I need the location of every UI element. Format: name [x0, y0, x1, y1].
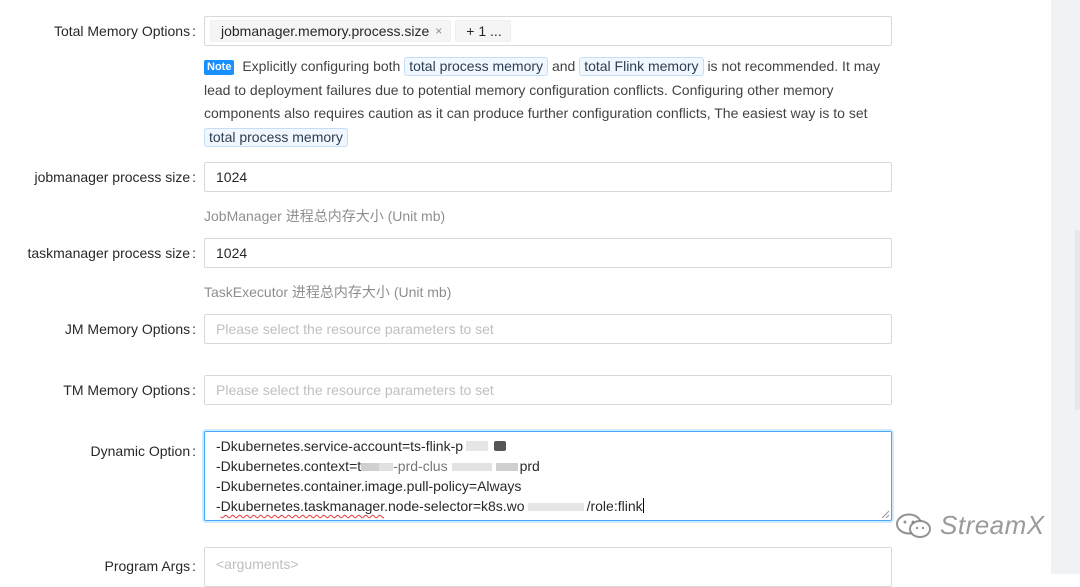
redacted-block — [451, 463, 492, 471]
jobmanager-process-size-help: JobManager 进程总内存大小 (Unit mb) — [204, 208, 446, 224]
program-args-label: Program Args: — [104, 558, 196, 574]
jobmanager-process-size-input[interactable]: 1024 — [204, 162, 892, 192]
side-strip-nub — [1075, 230, 1080, 410]
note-code-total-process-memory-2: total process memory — [204, 128, 348, 148]
dynamic-option-line: -Dkubernetes.service-account=ts-flink-p — [216, 436, 880, 456]
text-caret — [642, 498, 644, 513]
redacted-block — [466, 441, 489, 451]
resize-handle-icon[interactable] — [881, 510, 889, 518]
more-options-tag[interactable]: + 1 ... — [455, 20, 511, 42]
dynamic-option-line: -Dkubernetes.context=t -prd-clus prd — [216, 458, 540, 474]
redacted-block — [361, 463, 380, 471]
tm-memory-options-label: TM Memory Options: — [63, 382, 196, 398]
total-memory-options-label: Total Memory Options: — [53, 23, 196, 39]
total-memory-options-select[interactable]: jobmanager.memory.process.size × + 1 ... — [204, 16, 892, 46]
dynamic-option-label: Dynamic Option: — [90, 443, 196, 459]
taskmanager-process-size-input[interactable]: 1024 — [204, 238, 892, 268]
selected-option-tag: jobmanager.memory.process.size × — [210, 20, 452, 42]
jm-memory-options-select[interactable]: Please select the resource parameters to… — [204, 314, 892, 344]
redacted-block — [495, 463, 518, 471]
redacted-block — [527, 503, 584, 511]
note-code-total-flink-memory: total Flink memory — [579, 57, 704, 76]
redacted-block — [494, 441, 507, 451]
tag-close-icon[interactable]: × — [435, 24, 442, 38]
redacted-block — [379, 463, 394, 471]
taskmanager-process-size-help: TaskExecutor 进程总内存大小 (Unit mb) — [204, 284, 452, 300]
jm-memory-options-label: JM Memory Options: — [64, 321, 196, 337]
program-args-textarea[interactable]: <arguments> — [204, 547, 892, 587]
dynamic-option-line: -Dkubernetes.container.image.pull-policy… — [216, 478, 522, 494]
note-badge: Note — [204, 60, 235, 75]
page-side-strip — [1051, 0, 1080, 574]
jobmanager-process-size-label: jobmanager process size: — [34, 169, 196, 185]
note-code-total-process-memory: total process memory — [404, 57, 549, 76]
memory-note: Note Explicitly configuring both total p… — [204, 57, 881, 148]
dynamic-option-textarea[interactable]: -Dkubernetes.service-account=ts-flink-p … — [204, 431, 892, 521]
streamx-watermark: StreamX — [894, 510, 1045, 541]
wechat-icon — [896, 513, 931, 538]
taskmanager-process-size-label: taskmanager process size: — [27, 245, 196, 261]
watermark-text: StreamX — [940, 510, 1045, 540]
tm-memory-options-select[interactable]: Please select the resource parameters to… — [204, 375, 892, 405]
dynamic-option-line: -Dkubernetes.taskmanager.node-selector=k… — [216, 498, 644, 514]
